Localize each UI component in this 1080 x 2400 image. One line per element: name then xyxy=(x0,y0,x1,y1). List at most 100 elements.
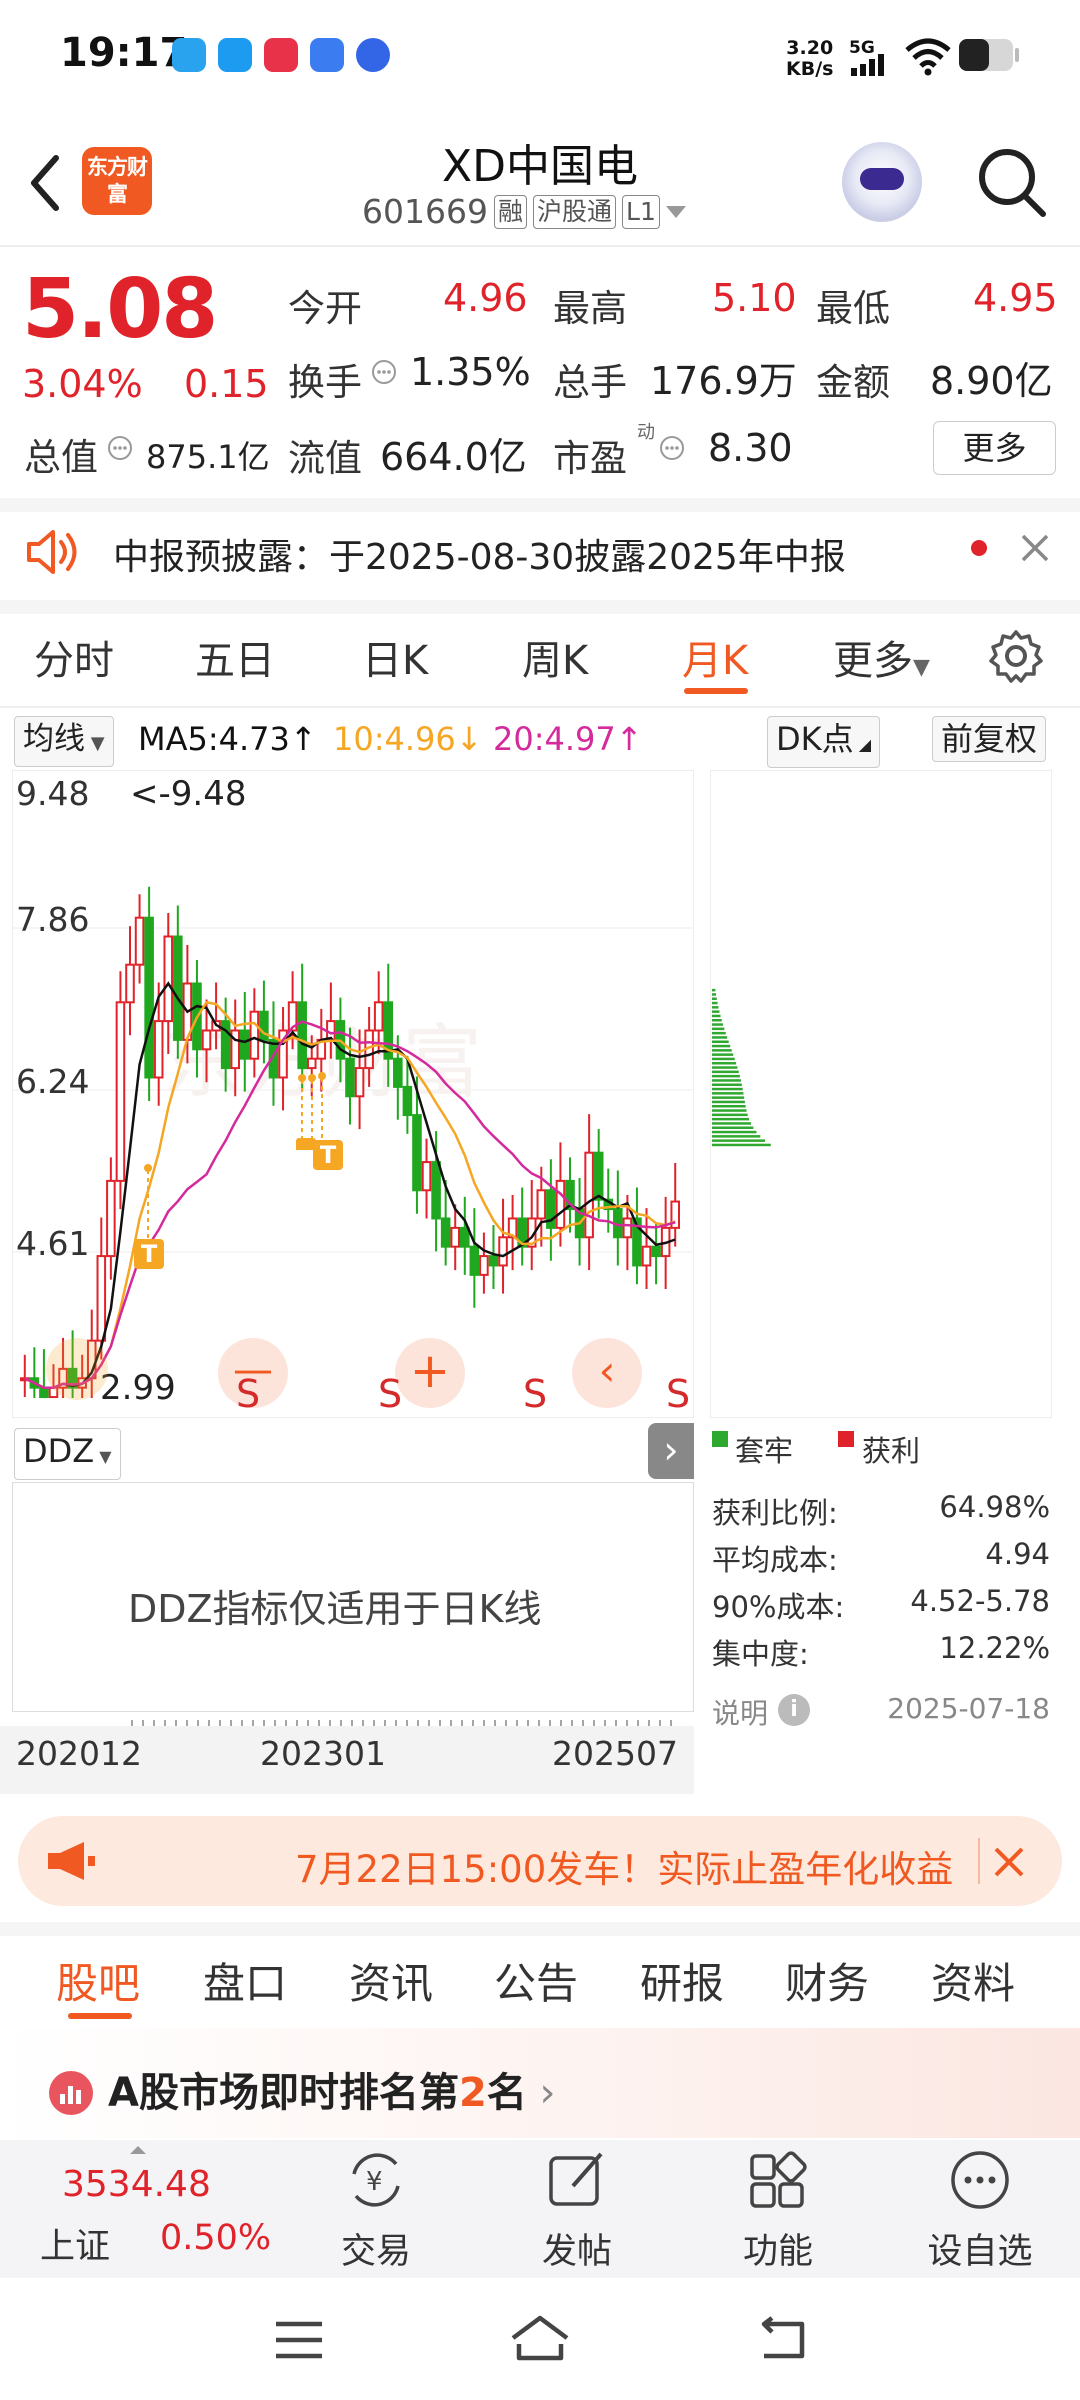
chip-bar xyxy=(712,1057,735,1061)
sell-marker[interactable]: S xyxy=(378,1372,402,1416)
candle xyxy=(469,1245,480,1276)
candle xyxy=(402,1085,413,1117)
back-nav-icon[interactable] xyxy=(754,2316,810,2362)
pe-label: 市盈 xyxy=(553,437,627,480)
tab-monthly-k[interactable]: 月K xyxy=(682,628,748,686)
tab-guba[interactable]: 股吧 xyxy=(56,1950,140,2011)
ma-select[interactable]: 均线 ▼ xyxy=(14,716,114,767)
chip-bar xyxy=(712,988,716,992)
candle xyxy=(39,1386,49,1399)
note-label[interactable]: 说明 xyxy=(712,1692,768,1732)
search-icon[interactable] xyxy=(975,145,1049,221)
dk-points-label: DK点 xyxy=(776,720,854,758)
zoom-in-button[interactable]: + xyxy=(395,1338,465,1408)
candle xyxy=(593,1151,604,1201)
indicator-expand-button[interactable]: › xyxy=(648,1423,694,1479)
tab-more-label: 更多 xyxy=(833,638,913,684)
chip-distribution-chart[interactable] xyxy=(710,770,1052,1418)
more-circle-icon[interactable] xyxy=(948,2148,1012,2212)
index-name[interactable]: 上证 xyxy=(40,2218,110,2269)
nav-functions[interactable]: 功能 xyxy=(698,2223,858,2274)
tab-daily-k[interactable]: 日K xyxy=(362,628,428,686)
tab-research[interactable]: 研报 xyxy=(640,1950,724,2011)
tab-intraday[interactable]: 分时 xyxy=(34,628,114,686)
chip-bar xyxy=(712,1083,742,1086)
nav-post[interactable]: 发帖 xyxy=(497,2223,657,2274)
info-icon[interactable] xyxy=(370,358,398,386)
chevron-down-icon: ▼ xyxy=(85,733,105,754)
indicator-select[interactable]: DDZ ▼ xyxy=(14,1428,121,1480)
chip-date: 2025-07-18 xyxy=(887,1692,1050,1725)
volume-value: 176.9万 xyxy=(650,359,797,403)
index-change[interactable]: 0.50% xyxy=(160,2218,271,2258)
tab-finance[interactable]: 财务 xyxy=(785,1950,869,2011)
legend-trap-swatch xyxy=(712,1431,728,1447)
kline-chart[interactable]: 东方财富 xyxy=(12,770,694,1418)
menu-icon[interactable] xyxy=(272,2318,326,2362)
tab-panel[interactable]: 盘口 xyxy=(203,1950,287,2011)
sell-marker[interactable]: S xyxy=(523,1372,547,1416)
price-label: 7.86 xyxy=(16,900,90,939)
chip-bar xyxy=(712,1014,721,1018)
chart-reset-button[interactable] xyxy=(46,1338,108,1400)
close-icon[interactable] xyxy=(1020,533,1050,563)
chip-bar xyxy=(712,1113,748,1117)
home-icon[interactable] xyxy=(509,2314,571,2362)
sell-marker[interactable]: S xyxy=(236,1372,260,1416)
info-icon[interactable] xyxy=(106,434,134,462)
tab-news[interactable]: 资讯 xyxy=(349,1950,433,2011)
index-value[interactable]: 3534.48 xyxy=(62,2164,211,2205)
chevron-up-icon[interactable] xyxy=(130,2146,146,2154)
tab-weekly-k[interactable]: 周K xyxy=(522,628,588,686)
chevron-down-icon xyxy=(665,205,686,218)
net-speed: 3.20 KB/s xyxy=(786,38,833,80)
tab-announcement[interactable]: 公告 xyxy=(494,1950,578,2011)
indicator-message: DDZ指标仅适用于日K线 xyxy=(128,1587,542,1631)
candle xyxy=(306,1057,317,1070)
wifi-icon xyxy=(905,38,951,76)
avg-cost-value: 4.94 xyxy=(985,1537,1050,1571)
divider xyxy=(0,600,1080,614)
info-icon[interactable] xyxy=(658,434,686,462)
chevron-left-icon: ‹ xyxy=(598,1346,616,1395)
nav-trade[interactable]: 交易 xyxy=(296,2223,456,2274)
chip-bar xyxy=(712,997,717,1000)
chip-bar xyxy=(712,1062,737,1065)
scroll-left-button[interactable]: ‹ xyxy=(572,1338,642,1408)
more-quote-button[interactable]: 更多 xyxy=(933,421,1056,475)
adjust-mode-button[interactable]: 前复权 xyxy=(932,716,1047,762)
telegram-icon xyxy=(172,38,206,72)
trade-icon[interactable]: ¥ xyxy=(344,2148,408,2212)
high-value: 5.10 xyxy=(712,276,797,320)
candle xyxy=(536,1189,547,1220)
chip-bar xyxy=(712,993,717,996)
chip-bar xyxy=(712,1105,746,1108)
chip-bar xyxy=(712,1130,757,1134)
post-icon[interactable] xyxy=(545,2148,609,2212)
robot-assistant-icon[interactable] xyxy=(842,142,922,222)
buy-marker-dashes xyxy=(296,1072,326,1150)
tab-more[interactable]: 更多▼ xyxy=(833,628,930,686)
dk-points-button[interactable]: DK点 ◢ xyxy=(767,716,881,768)
info-icon[interactable]: i xyxy=(778,1694,810,1726)
plus-icon: + xyxy=(409,1343,451,1399)
rank-text[interactable]: A股市场即时排名第2名 › xyxy=(108,2060,556,2118)
low-label: 最低 xyxy=(816,287,890,330)
notice-text[interactable]: 中报预披露：于2025-08-30披露2025年中报 xyxy=(113,528,846,580)
promo-text[interactable]: 7月22日15:00发车！实际止盈年化收益 xyxy=(295,1839,975,1893)
buy-marker[interactable]: T xyxy=(134,1239,164,1269)
stock-code-row[interactable]: 601669 融 沪股通 L1 xyxy=(362,192,686,231)
candle xyxy=(421,1161,432,1192)
legend-profit: 获利 xyxy=(862,1434,921,1468)
candle xyxy=(96,1255,107,1342)
close-icon[interactable] xyxy=(993,1846,1025,1878)
gear-icon[interactable] xyxy=(988,628,1044,684)
candle xyxy=(641,1245,652,1267)
tab-five-day[interactable]: 五日 xyxy=(195,628,275,686)
nav-add-watchlist[interactable]: 设自选 xyxy=(900,2223,1060,2274)
sell-marker[interactable]: S xyxy=(666,1372,690,1416)
apps-icon[interactable] xyxy=(746,2148,810,2212)
chip-bar xyxy=(712,1019,722,1022)
pe-value: 8.30 xyxy=(708,426,793,470)
tab-profile[interactable]: 资料 xyxy=(931,1950,1015,2011)
